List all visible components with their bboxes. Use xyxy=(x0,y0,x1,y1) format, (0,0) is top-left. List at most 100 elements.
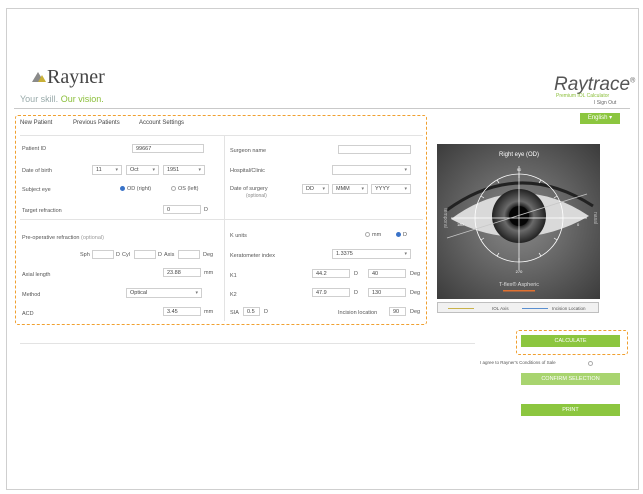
surgery-date-label: Date of surgery xyxy=(230,186,268,192)
temporal-label: temporal xyxy=(442,208,448,227)
keratometer-label: Keratometer index xyxy=(230,253,275,259)
dob-year-value: 1951 xyxy=(167,167,180,173)
os-radio[interactable] xyxy=(171,186,176,191)
target-refraction-input[interactable]: 0 xyxy=(163,205,201,214)
agree-label: I agree to Rayner's Conditions of Sale xyxy=(480,360,556,365)
method-value: Optical xyxy=(130,290,148,296)
incision-location-swatch xyxy=(522,308,548,309)
surgeon-input[interactable] xyxy=(338,145,411,154)
dob-month-select[interactable]: Oct ▾ xyxy=(126,165,159,175)
deg-180-label: 180 xyxy=(457,222,464,227)
lens-label: T-flex® Aspheric xyxy=(499,281,539,288)
k-units-label: K units xyxy=(230,233,247,239)
surgery-month-value: MMM xyxy=(336,186,350,192)
k-mm-radio[interactable] xyxy=(365,232,370,237)
dob-day-select[interactable]: 11 ▾ xyxy=(92,165,122,175)
chevron-down-icon: ▾ xyxy=(404,186,407,192)
form-separator-middle xyxy=(20,219,423,220)
target-refraction-label: Target refraction xyxy=(22,208,62,214)
chevron-down-icon: ▾ xyxy=(198,167,201,173)
dob-year-select[interactable]: 1951 ▾ xyxy=(163,165,205,175)
chevron-down-icon: ▾ xyxy=(115,167,118,173)
agree-checkbox[interactable] xyxy=(588,361,593,366)
sia-unit: D xyxy=(264,309,268,315)
axis-unit: Deg xyxy=(203,252,214,258)
acd-input[interactable]: 3.45 xyxy=(163,307,201,316)
cyl-unit: D xyxy=(158,252,162,258)
incision-input[interactable]: 90 xyxy=(389,307,406,316)
dob-day-value: 11 xyxy=(96,167,102,173)
od-radio[interactable] xyxy=(120,186,125,191)
preop-label-text: Pre-operative refraction xyxy=(22,235,80,241)
iol-axis-swatch xyxy=(448,308,474,309)
k1-axis-input[interactable]: 40 xyxy=(368,269,406,278)
axis-legend: IOL Axis Incision Location xyxy=(437,302,599,313)
keratometer-select[interactable]: 1.3375 ▾ xyxy=(332,249,411,259)
surgery-year-value: YYYY xyxy=(375,186,390,192)
form-separator-top xyxy=(20,135,423,136)
sign-out-link[interactable]: I Sign Out xyxy=(594,100,616,106)
cyl-input[interactable] xyxy=(134,250,156,259)
chevron-down-icon: ▾ xyxy=(404,167,407,173)
surgery-month-select[interactable]: MMM ▾ xyxy=(332,184,368,194)
dob-month-value: Oct xyxy=(130,167,139,173)
od-radio-label: OD (right) xyxy=(127,186,152,192)
brand-name: Rayner xyxy=(47,66,105,88)
k-mm-label: mm xyxy=(372,232,382,238)
k-d-label: D xyxy=(403,232,407,238)
preop-optional-text: (optional) xyxy=(81,235,104,241)
method-select[interactable]: Optical ▾ xyxy=(126,288,202,298)
eye-title: Right eye (OD) xyxy=(499,152,539,158)
k2-input[interactable]: 47.9 xyxy=(312,288,350,297)
sph-unit: D xyxy=(116,252,120,258)
language-select[interactable]: English ▾ xyxy=(580,113,620,124)
axial-length-input[interactable]: 23.88 xyxy=(163,268,201,277)
dob-label: Date of birth xyxy=(22,168,52,174)
surgery-day-select[interactable]: DD ▾ xyxy=(302,184,329,194)
incision-location-legend-label: Incision Location xyxy=(552,306,586,311)
k1-label: K1 xyxy=(230,273,237,279)
brand-tagline: Your skill. Our vision. xyxy=(20,94,104,104)
deg-90-label: 90 xyxy=(517,167,522,172)
acd-label: ACD xyxy=(22,311,34,317)
tagline-part-a: Your skill. xyxy=(20,94,59,104)
nav-divider xyxy=(14,108,630,109)
product-name: Raytrace xyxy=(554,74,631,95)
chevron-down-icon: ▾ xyxy=(152,167,155,173)
hospital-select[interactable]: ▾ xyxy=(332,165,411,175)
sph-label: Sph xyxy=(80,252,90,258)
target-refraction-unit: D xyxy=(204,207,208,213)
sph-input[interactable] xyxy=(92,250,114,259)
k1-input[interactable]: 44.2 xyxy=(312,269,350,278)
patient-id-label: Patient ID xyxy=(22,146,47,152)
product-subtitle: Premium IOL Calculator xyxy=(556,93,610,99)
print-button[interactable]: PRINT xyxy=(521,404,620,416)
surgery-year-select[interactable]: YYYY ▾ xyxy=(371,184,411,194)
surgery-day-value: DD xyxy=(306,186,314,192)
calculate-button[interactable]: CALCULATE xyxy=(521,335,620,347)
rayner-logo-accent-icon xyxy=(38,75,46,82)
chevron-down-icon: ▾ xyxy=(404,251,407,257)
k2-label: K2 xyxy=(230,292,237,298)
chevron-down-icon: ▾ xyxy=(361,186,364,192)
hospital-label: Hospital/Clinic xyxy=(230,168,265,174)
deg-270-label: 270 xyxy=(516,269,523,274)
cyl-label: Cyl xyxy=(122,252,130,258)
iol-axis-legend-label: IOL Axis xyxy=(492,306,509,311)
patient-id-input[interactable]: 99667 xyxy=(132,144,204,153)
os-radio-label: OS (left) xyxy=(178,186,199,192)
confirm-selection-button[interactable]: CONFIRM SELECTION xyxy=(521,373,620,385)
sia-input[interactable]: 0.5 xyxy=(243,307,260,316)
k2-axis-input[interactable]: 130 xyxy=(368,288,406,297)
subject-eye-label: Subject eye xyxy=(22,187,51,193)
k-d-radio[interactable] xyxy=(396,232,401,237)
incision-label: Incision location xyxy=(338,310,378,316)
chevron-down-icon: ▾ xyxy=(322,186,325,192)
surgery-date-optional: (optional) xyxy=(246,193,267,199)
method-label: Method xyxy=(22,292,41,298)
surgeon-label: Surgeon name xyxy=(230,148,267,154)
axis-input[interactable] xyxy=(178,250,200,259)
lens-underline xyxy=(503,290,535,292)
tagline-part-b: Our vision. xyxy=(60,94,104,104)
footer-divider xyxy=(20,343,475,344)
